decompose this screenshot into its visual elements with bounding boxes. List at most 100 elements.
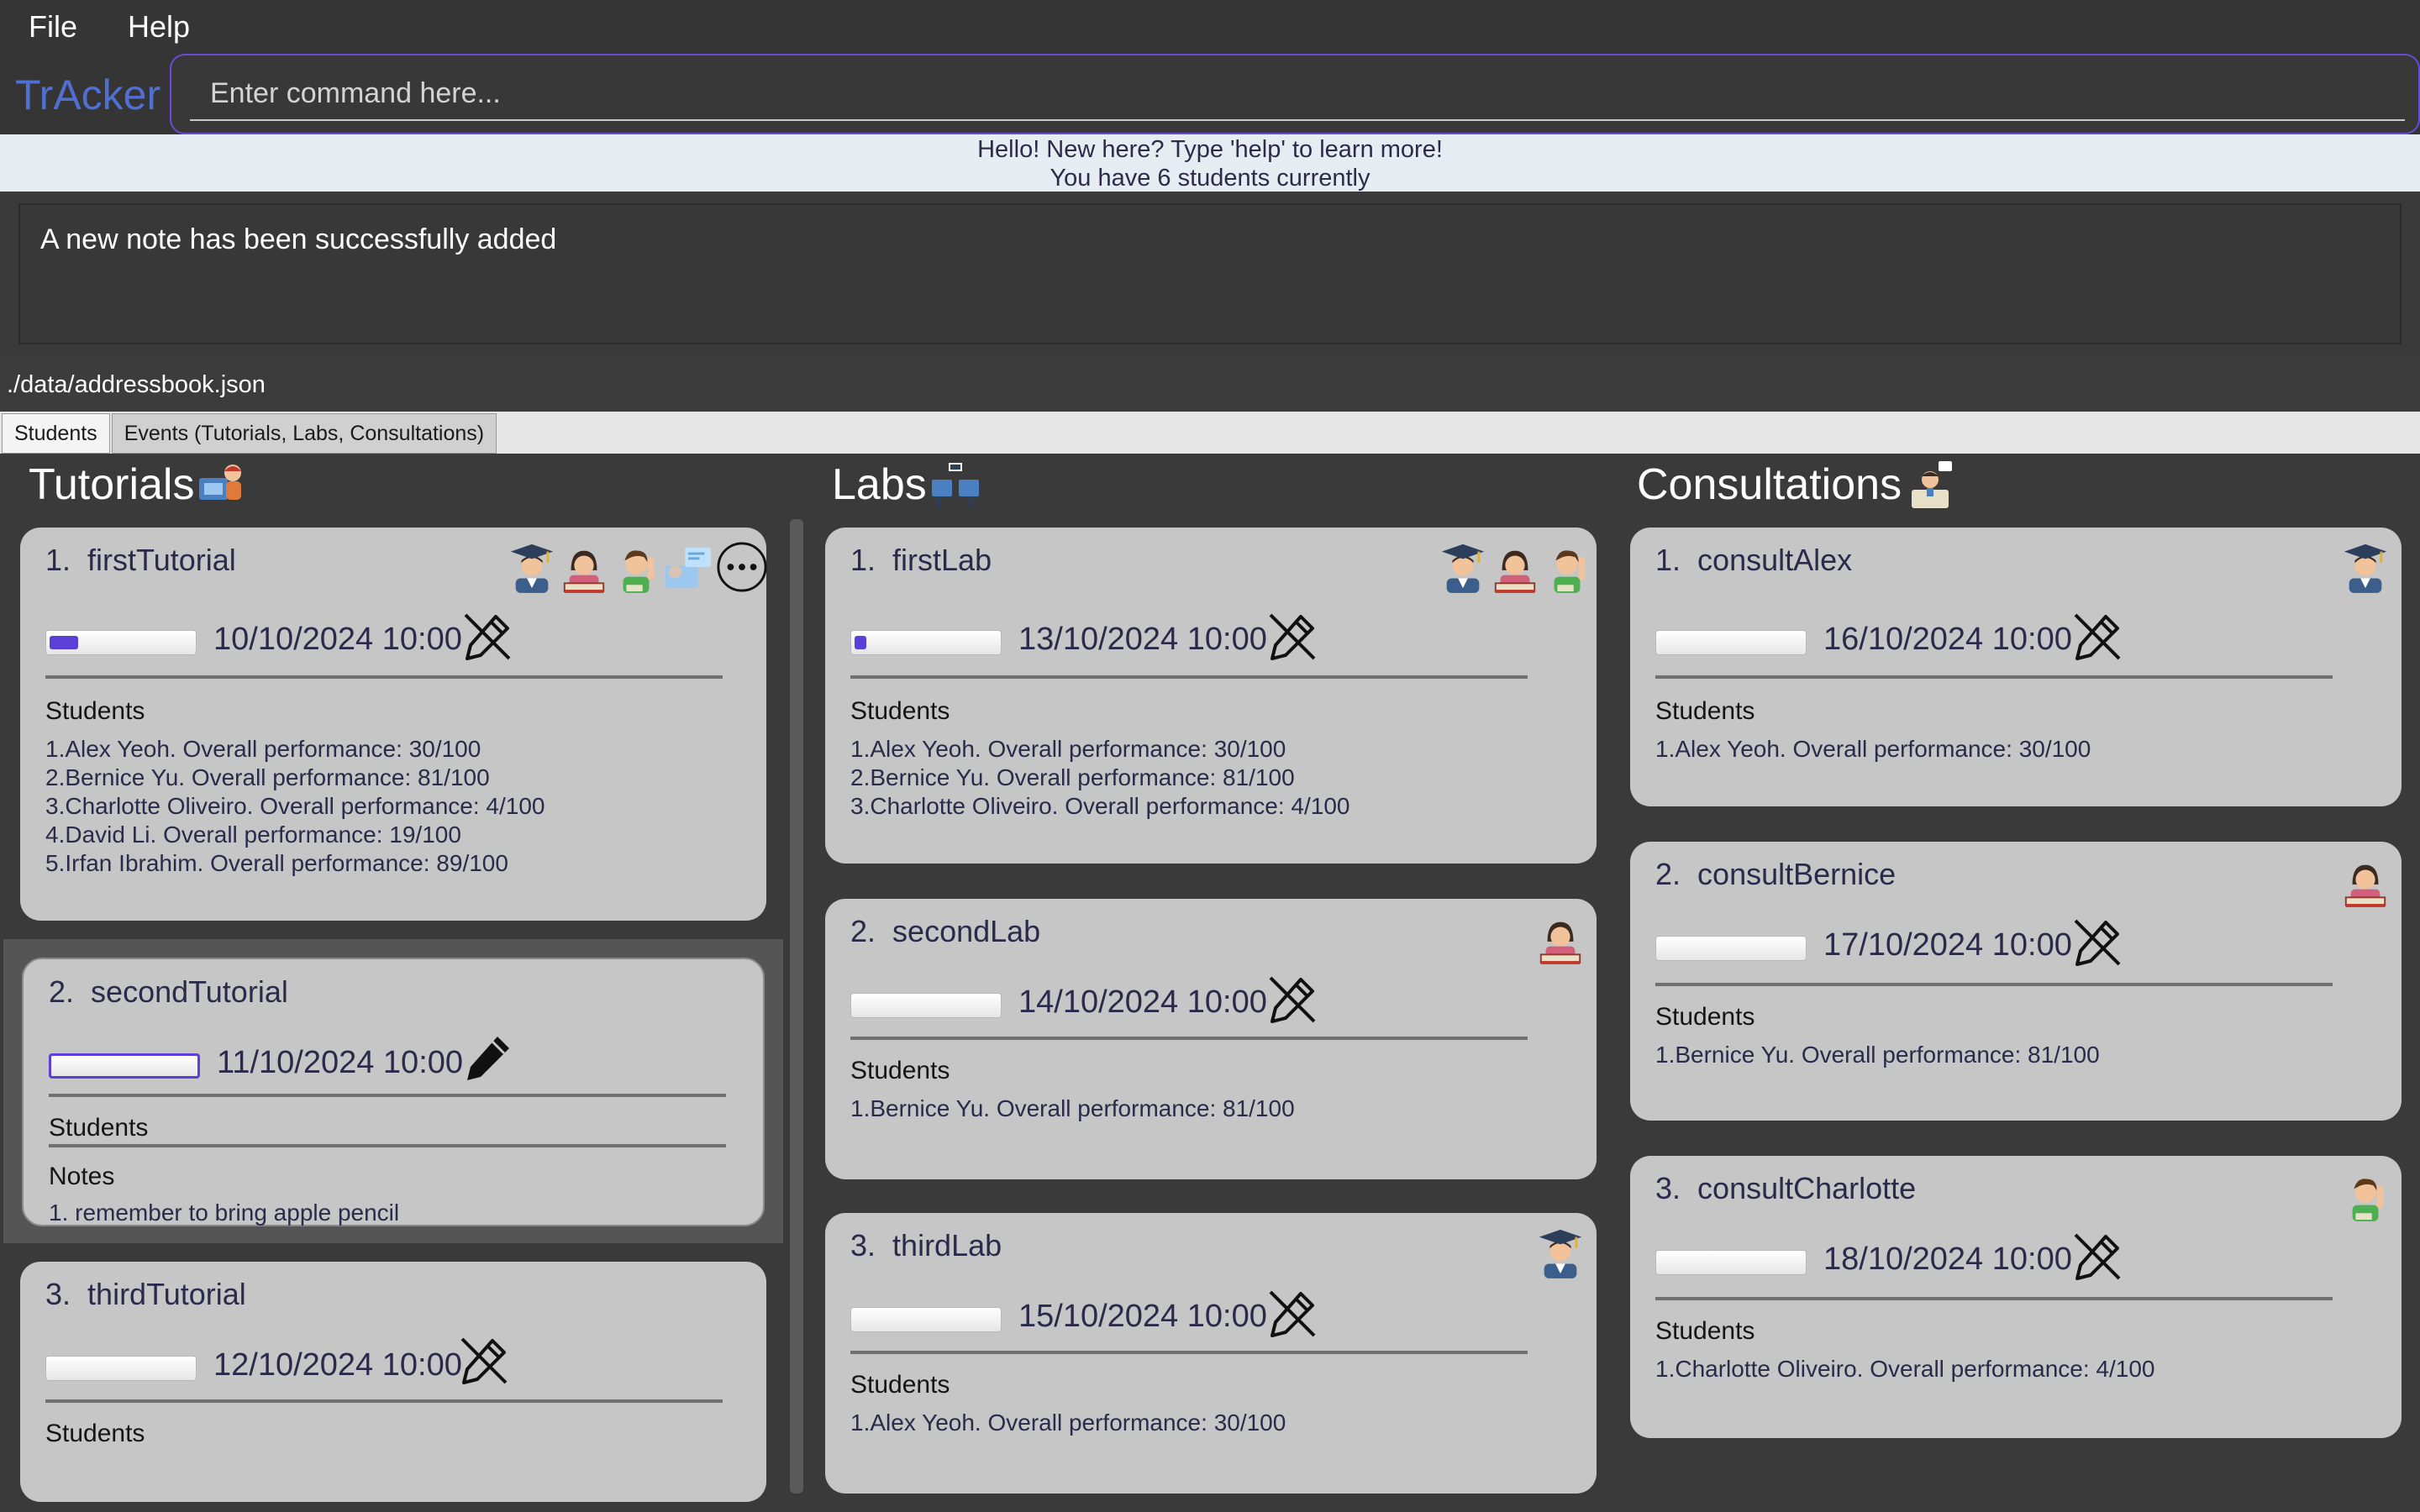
progress-bar	[1655, 936, 1807, 961]
labs-heading: Labs	[832, 460, 927, 509]
event-date: 16/10/2024 10:00	[1823, 622, 2072, 657]
graduate-icon	[508, 541, 556, 593]
tutorial-name: 1. firstTutorial	[45, 543, 236, 577]
student-waving-icon	[612, 541, 660, 593]
student-row: 1.Alex Yeoh. Overall performance: 30/100	[45, 736, 481, 762]
progress-bar	[1655, 1250, 1807, 1275]
graduate-icon	[2341, 541, 2390, 593]
student-row: 5.Irfan Ibrahim. Overall performance: 89…	[45, 850, 508, 876]
progress-bar	[850, 630, 1002, 655]
lab-name: 1. firstLab	[850, 543, 992, 577]
edit-icon[interactable]	[460, 1032, 514, 1085]
edit-disabled-icon[interactable]	[2070, 916, 2124, 969]
attendee-avatars	[1439, 541, 1591, 593]
event-date: 12/10/2024 10:00	[213, 1347, 462, 1383]
lab-name: 2. secondLab	[850, 914, 1041, 948]
divider	[850, 1351, 1528, 1354]
menu-help[interactable]: Help	[128, 9, 190, 45]
progress-bar	[850, 993, 1002, 1018]
edit-disabled-icon[interactable]	[2070, 1230, 2124, 1284]
welcome-line-2: You have 6 students currently	[1050, 165, 1370, 192]
attendee-avatars	[1536, 1226, 1585, 1278]
tab-students[interactable]: Students	[2, 413, 110, 454]
tutorial-card[interactable]: 1. firstTutorial 10/10/2024 10:00 Studen…	[20, 528, 766, 921]
progress-bar	[45, 1356, 197, 1381]
welcome-banner: Hello! New here? Type 'help' to learn mo…	[0, 134, 2420, 192]
student-row: 2.Bernice Yu. Overall performance: 81/10…	[45, 764, 490, 790]
student-reading-icon	[1491, 541, 1539, 593]
students-label: Students	[1655, 697, 1755, 725]
menu-file[interactable]: File	[29, 9, 77, 45]
menu-bar: File Help	[0, 0, 2420, 54]
students-label: Students	[45, 697, 145, 725]
edit-disabled-icon[interactable]	[1265, 973, 1319, 1026]
consultation-card[interactable]: 3. consultCharlotte 18/10/2024 10:00 Stu…	[1630, 1156, 2402, 1438]
event-date: 15/10/2024 10:00	[1018, 1299, 1267, 1334]
divider	[850, 1037, 1528, 1040]
students-label: Students	[1655, 1317, 1755, 1345]
attendee-avatars	[2341, 541, 2390, 593]
tutorials-scrollbar[interactable]	[790, 519, 803, 1494]
more-icon[interactable]	[716, 541, 768, 593]
lab-card[interactable]: 1. firstLab 13/10/2024 10:00 Students 1.…	[825, 528, 1597, 864]
edit-disabled-icon[interactable]	[1265, 1287, 1319, 1341]
students-label: Students	[45, 1420, 145, 1447]
teacher-icon	[197, 459, 248, 510]
divider	[49, 1144, 726, 1147]
consultation-card[interactable]: 2. consultBernice 17/10/2024 10:00 Stude…	[1630, 842, 2402, 1121]
student-row: 3.Charlotte Oliveiro. Overall performanc…	[850, 793, 1350, 819]
edit-disabled-icon[interactable]	[2070, 610, 2124, 664]
attendee-avatars	[2341, 855, 2390, 907]
result-display[interactable]: A new note has been successfully added	[18, 203, 2402, 344]
edit-disabled-icon[interactable]	[460, 610, 514, 664]
command-input[interactable]: Enter command here...	[190, 67, 2405, 121]
students-label: Students	[850, 1371, 950, 1399]
student-row: 1.Alex Yeoh. Overall performance: 30/100	[850, 736, 1286, 762]
progress-fill	[50, 636, 78, 649]
lab-card[interactable]: 2. secondLab 14/10/2024 10:00 Students 1…	[825, 899, 1597, 1179]
events-panel: Tutorials Labs Consultations 1. firstTut…	[0, 454, 2420, 1512]
students-label: Students	[49, 1114, 149, 1142]
lab-card[interactable]: 3. thirdLab 15/10/2024 10:00 Students 1.…	[825, 1213, 1597, 1494]
progress-bar	[45, 630, 197, 655]
tutorial-card-selected[interactable]: 2. secondTutorial 11/10/2024 10:00 Stude…	[22, 958, 765, 1226]
consultations-heading: Consultations	[1637, 460, 1902, 509]
student-row: 1.Alex Yeoh. Overall performance: 30/100	[850, 1410, 1286, 1436]
result-panel: A new note has been successfully added	[0, 192, 2420, 358]
student-row: 2.Bernice Yu. Overall performance: 81/10…	[850, 764, 1295, 790]
command-row: TrAcker Enter command here...	[0, 54, 2420, 134]
attendee-avatars	[508, 541, 768, 593]
lab-icon	[930, 459, 981, 510]
divider	[49, 1094, 726, 1097]
edit-disabled-icon[interactable]	[457, 1334, 511, 1388]
students-label: Students	[1655, 1003, 1755, 1031]
student-row: 4.David Li. Overall performance: 19/100	[45, 822, 461, 848]
event-date: 14/10/2024 10:00	[1018, 984, 1267, 1020]
progress-bar	[850, 1307, 1002, 1332]
tutorial-card[interactable]: 3. thirdTutorial 12/10/2024 10:00 Studen…	[20, 1262, 766, 1502]
online-class-icon	[664, 541, 713, 593]
progress-bar	[1655, 630, 1807, 655]
student-reading-icon	[2341, 855, 2390, 907]
students-label: Students	[850, 697, 950, 725]
student-row: 1.Charlotte Oliveiro. Overall performanc…	[1655, 1356, 2155, 1382]
consultation-name: 2. consultBernice	[1655, 857, 1897, 891]
command-box[interactable]: Enter command here...	[170, 54, 2420, 134]
labs-title: Labs	[832, 454, 981, 516]
tutorials-heading: Tutorials	[29, 460, 195, 509]
consultation-name: 1. consultAlex	[1655, 543, 1853, 577]
note-row: 1. remember to bring apple pencil	[49, 1200, 400, 1226]
edit-disabled-icon[interactable]	[1265, 610, 1319, 664]
tab-events[interactable]: Events (Tutorials, Labs, Consultations)	[111, 413, 497, 454]
consultation-card[interactable]: 1. consultAlex 16/10/2024 10:00 Students…	[1630, 528, 2402, 806]
divider	[1655, 675, 2333, 679]
attendee-avatars	[2341, 1169, 2390, 1221]
divider	[1655, 1297, 2333, 1300]
divider	[45, 675, 723, 679]
student-row: 3.Charlotte Oliveiro. Overall performanc…	[45, 793, 545, 819]
progress-fill	[855, 636, 866, 649]
app-logo: TrAcker	[15, 71, 161, 118]
notes-label: Notes	[49, 1163, 115, 1190]
event-date: 18/10/2024 10:00	[1823, 1242, 2072, 1277]
event-date: 13/10/2024 10:00	[1018, 622, 1267, 657]
